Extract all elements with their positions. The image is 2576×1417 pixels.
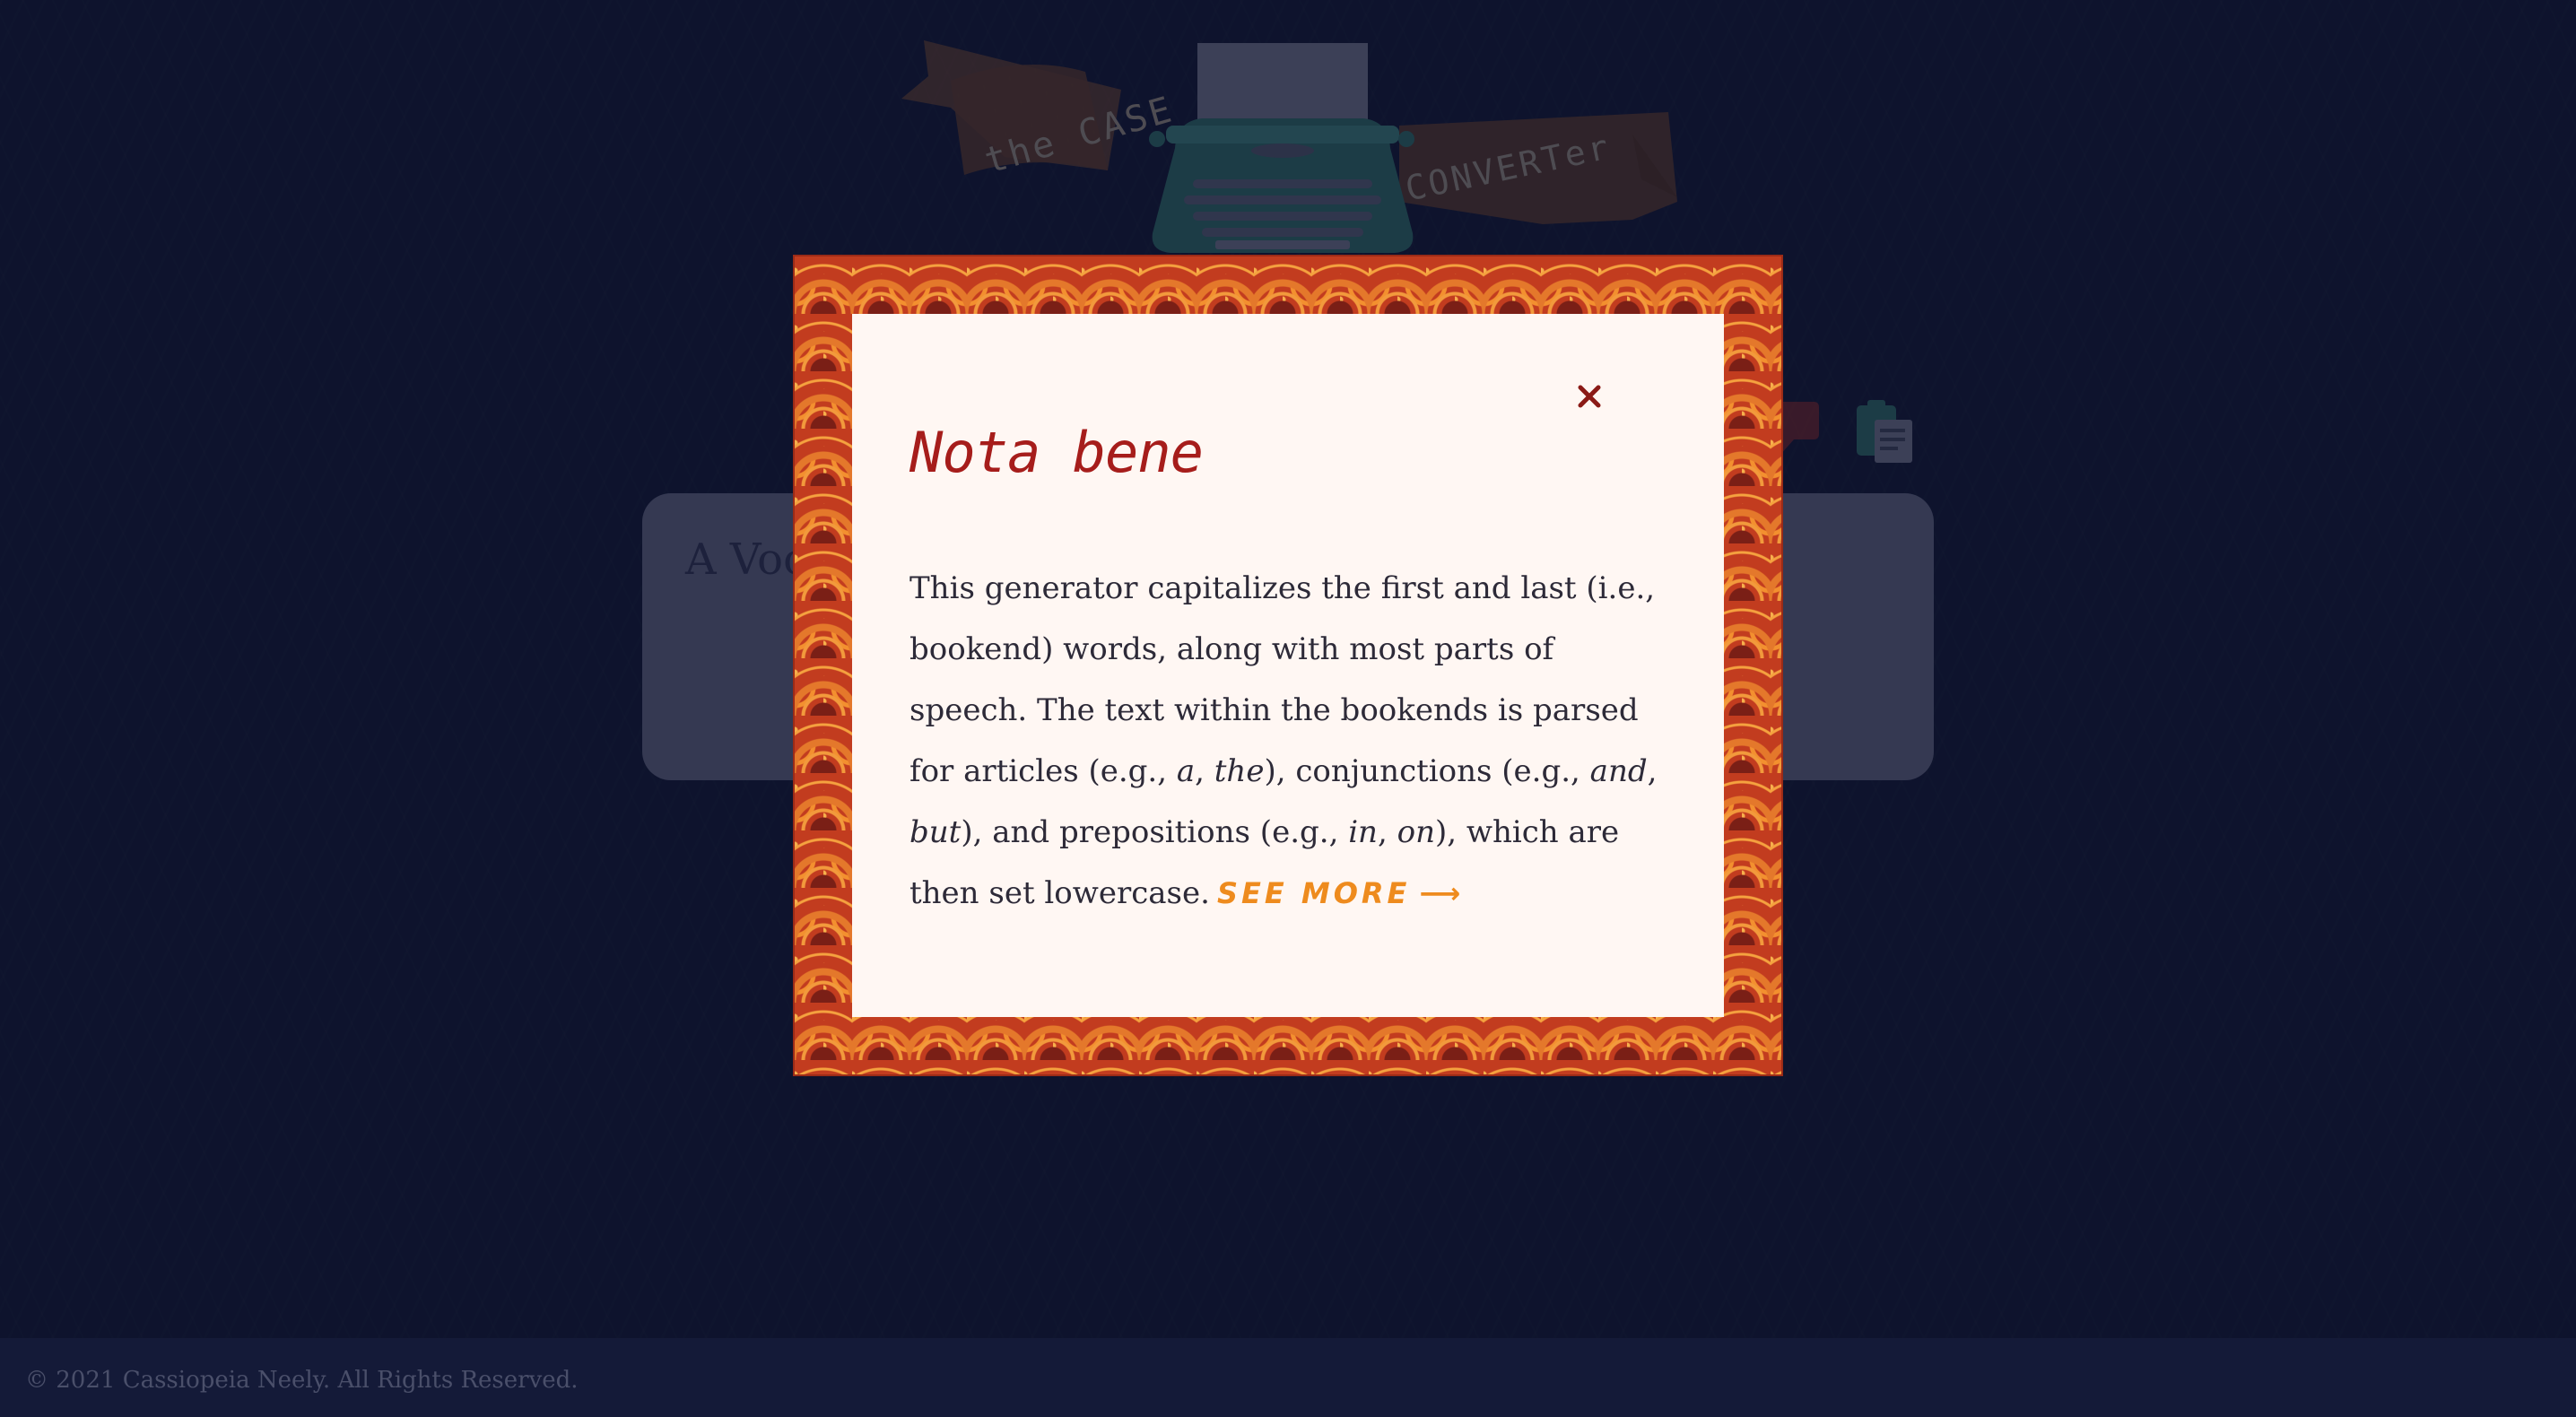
example-on: on (1397, 814, 1435, 850)
modal-content: Nota bene This generator capitalizes the… (852, 314, 1724, 1017)
nota-bene-modal: Nota bene This generator capitalizes the… (795, 256, 1781, 1074)
example-a: a (1176, 753, 1196, 789)
footer: © 2021 Cassiopeia Neely. All Rights Rese… (0, 1338, 2576, 1417)
example-but: but (909, 814, 962, 850)
close-button[interactable] (1570, 377, 1609, 416)
see-more-link[interactable]: SEE MORE ⟶ (1217, 876, 1460, 910)
example-in: in (1348, 814, 1378, 850)
separator: , (1377, 814, 1397, 850)
separator: , (1647, 753, 1658, 789)
modal-body: This generator capitalizes the first and… (909, 558, 1681, 924)
example-and: and (1589, 753, 1648, 789)
example-the: the (1214, 753, 1265, 789)
copyright-text: © 2021 Cassiopeia Neely. All Rights Rese… (25, 1367, 579, 1394)
see-more-label: SEE MORE (1216, 876, 1411, 910)
body-mid-conjunctions: ), conjunctions (e.g., (1264, 753, 1590, 789)
body-mid-prepositions: ), and prepositions (e.g., (961, 814, 1349, 850)
arrow-right-icon: ⟶ (1419, 876, 1461, 910)
modal-title: Nota bene (909, 420, 1204, 485)
close-icon (1578, 385, 1601, 408)
separator: , (1195, 753, 1214, 789)
